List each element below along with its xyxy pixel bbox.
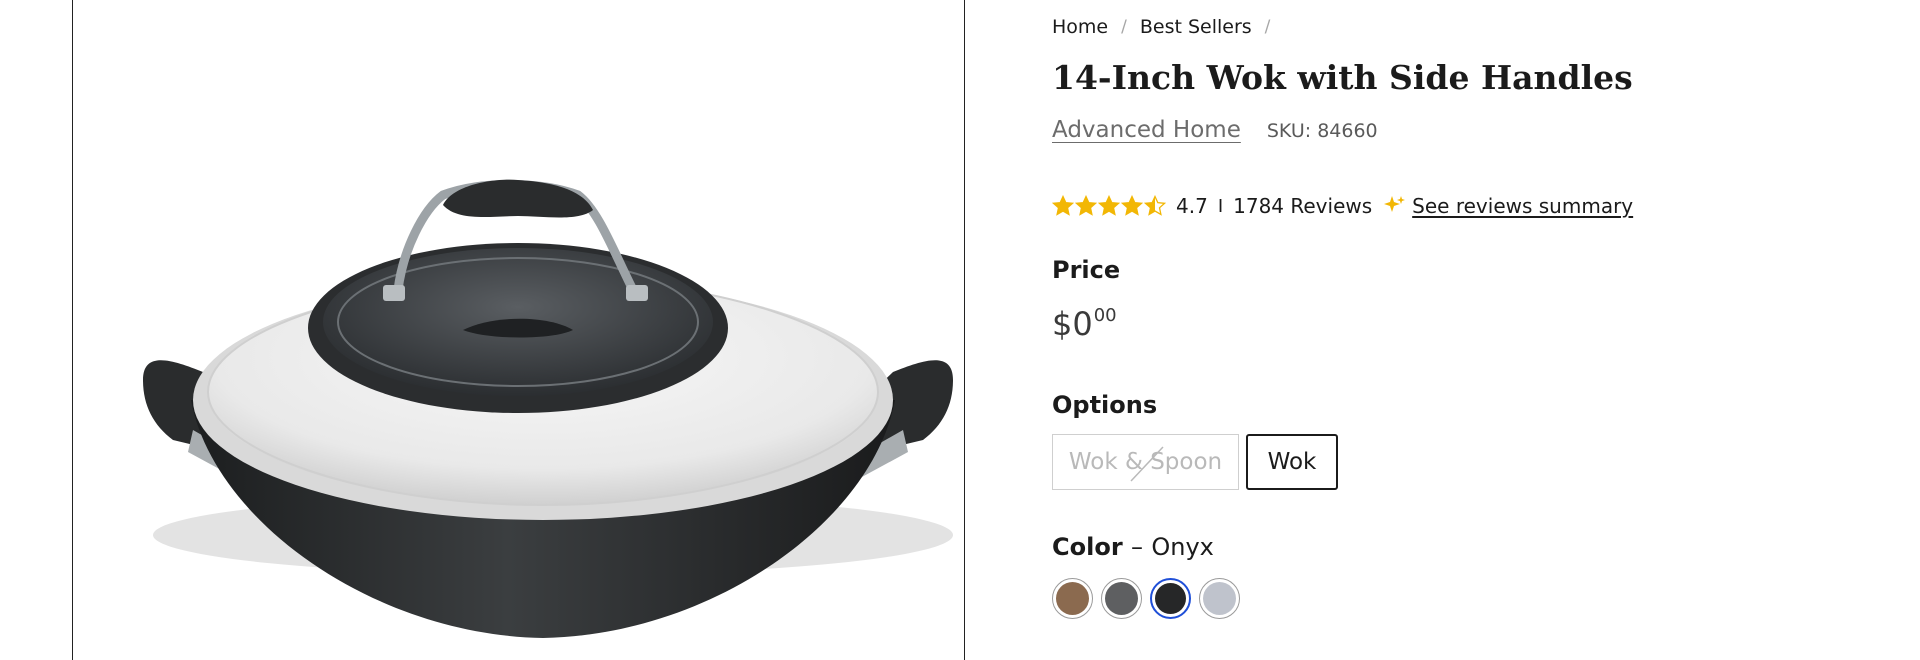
option-label: Wok xyxy=(1267,449,1317,475)
breadcrumb: Home / Best Sellers / xyxy=(1052,16,1283,38)
price-currency: $ xyxy=(1052,305,1073,343)
breadcrumb-separator: / xyxy=(1121,17,1127,37)
product-image[interactable] xyxy=(73,0,966,660)
star-icon xyxy=(1121,195,1143,216)
star-icon xyxy=(1052,195,1074,216)
star-icon xyxy=(1075,195,1097,216)
color-swatches xyxy=(1052,578,1240,619)
reviews-summary-link[interactable]: See reviews summary xyxy=(1412,194,1633,218)
sparkle-icon xyxy=(1384,195,1406,217)
color-selected-name: Onyx xyxy=(1151,533,1214,561)
color-dash: – xyxy=(1131,533,1144,561)
color-swatch[interactable] xyxy=(1199,578,1240,619)
rating-row: 4.7 I 1784 Reviews See reviews summary xyxy=(1052,194,1633,218)
color-swatch[interactable] xyxy=(1150,578,1191,619)
options-group: Wok & Spoon Wok xyxy=(1052,434,1338,490)
options-label: Options xyxy=(1052,391,1158,419)
star-icon xyxy=(1098,195,1120,216)
swatch-fill xyxy=(1105,582,1138,615)
unavailable-strike-icon xyxy=(1130,446,1164,482)
brand-row: Advanced Home SKU: 84660 xyxy=(1052,117,1378,143)
star-rating[interactable] xyxy=(1052,195,1166,217)
product-title: 14-Inch Wok with Side Handles xyxy=(1052,58,1633,97)
swatch-fill xyxy=(1203,582,1236,615)
breadcrumb-separator: / xyxy=(1264,17,1271,37)
sku-label: SKU: 84660 xyxy=(1266,120,1378,142)
option-wok[interactable]: Wok xyxy=(1246,434,1338,490)
product-image-panel xyxy=(72,0,965,660)
color-swatch[interactable] xyxy=(1052,578,1093,619)
price-dollars: 0 xyxy=(1072,305,1093,343)
color-swatch[interactable] xyxy=(1101,578,1142,619)
color-label: Color – Onyx xyxy=(1052,533,1214,561)
price-value: $000 xyxy=(1052,305,1117,343)
swatch-fill xyxy=(1056,582,1089,615)
brand-link[interactable]: Advanced Home xyxy=(1052,117,1241,143)
breadcrumb-home-link[interactable]: Home xyxy=(1052,16,1108,38)
price-cents: 00 xyxy=(1093,305,1117,326)
breadcrumb-best-sellers-link[interactable]: Best Sellers xyxy=(1140,16,1252,38)
rating-divider: I xyxy=(1217,195,1224,217)
option-wok-and-spoon[interactable]: Wok & Spoon xyxy=(1052,434,1239,490)
swatch-fill xyxy=(1155,583,1186,614)
review-count-link[interactable]: 1784 Reviews xyxy=(1233,194,1372,218)
price-label: Price xyxy=(1052,256,1121,284)
star-icon xyxy=(1144,195,1166,216)
color-label-text: Color xyxy=(1052,533,1123,561)
rating-value: 4.7 xyxy=(1176,194,1208,218)
